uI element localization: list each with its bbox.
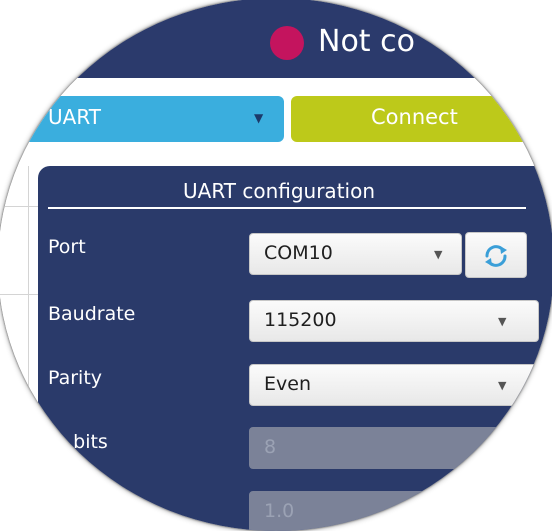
divider	[0, 294, 38, 295]
panel-title: UART configuration	[183, 179, 376, 203]
interface-select-value: UART	[48, 105, 101, 129]
data-bits-label: ta bits	[48, 431, 108, 453]
baudrate-label: Baudrate	[48, 303, 136, 325]
chevron-down-icon: ▼	[434, 248, 443, 261]
connection-status-text: Not co	[318, 24, 415, 59]
connect-button-label: Connect	[371, 105, 458, 129]
parity-select[interactable]: Even ▼	[249, 364, 539, 406]
uart-configuration-panel	[38, 166, 552, 531]
baudrate-select-value: 115200	[264, 309, 337, 331]
refresh-icon	[485, 245, 507, 267]
refresh-ports-button[interactable]	[465, 232, 527, 278]
connect-button[interactable]: Connect	[291, 96, 552, 142]
divider	[0, 206, 38, 207]
header-bar: Not co	[0, 0, 552, 78]
divider	[28, 166, 29, 531]
stop-bits-select-value: 1.0	[264, 500, 295, 522]
port-select[interactable]: COM10 ▼	[249, 233, 462, 275]
side-panel	[0, 166, 38, 531]
magnified-view: Not co UART ▼ Connect UART configuration…	[0, 0, 552, 531]
chevron-down-icon: ▼	[498, 315, 507, 328]
interface-select[interactable]: UART ▼	[0, 96, 284, 142]
stop-bits-select: 1.0	[249, 491, 539, 531]
port-select-value: COM10	[264, 242, 333, 264]
chevron-down-icon: ▼	[254, 111, 264, 125]
parity-select-value: Even	[264, 373, 311, 395]
baudrate-select[interactable]: 115200 ▼	[249, 300, 539, 342]
data-bits-select: 8	[249, 427, 539, 469]
connection-status-indicator	[270, 26, 304, 60]
title-divider	[48, 207, 526, 209]
data-bits-select-value: 8	[264, 436, 277, 458]
port-label: Port	[48, 236, 86, 258]
parity-label: Parity	[48, 367, 103, 389]
chevron-down-icon: ▼	[498, 379, 507, 392]
